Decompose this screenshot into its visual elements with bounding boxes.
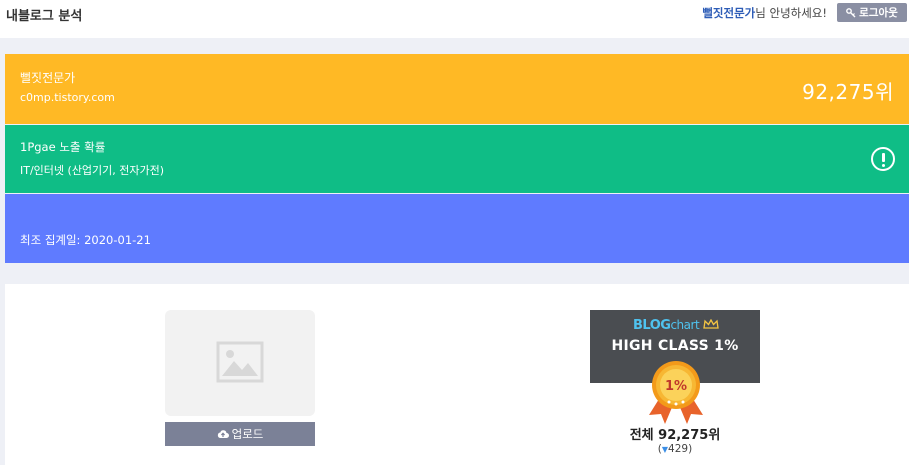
upload-button[interactable]: 업로드 [165,422,315,446]
blogchart-logo: BLOGchart [633,318,700,333]
crown-icon [703,319,719,329]
total-rank: 전체 92,275위 [629,428,721,443]
alert-icon[interactable] [871,147,895,171]
blog-category: IT/인터넷 (산업기기, 전자가전) [20,164,165,177]
rank-change-value: 429 [668,443,689,455]
exposure-panel: 1Pgae 노출 확률 IT/인터넷 (산업기기, 전자가전) [5,125,909,193]
greeting: 뻘짓전문가님 안녕하세요! [702,5,827,21]
exposure-label: 1Pgae 노출 확률 [20,140,106,154]
cloud-upload-icon [217,430,229,438]
blog-rank: 92,275위 [802,80,894,104]
last-aggregation-date: 최조 집계일: 2020-01-21 [20,233,151,247]
upload-label: 업로드 [231,427,264,441]
profile-image-placeholder[interactable] [165,310,315,416]
key-icon [846,7,856,17]
blogchart-logo-part2: chart [670,318,700,332]
blog-info-panel: 뻘짓전문가 c0mp.tistory.com 92,275위 [5,54,909,124]
blog-url[interactable]: c0mp.tistory.com [20,91,115,104]
medal-icon: 1% [649,361,703,424]
image-icon [216,341,264,383]
profile-card: 업로드 BLOGchart HIGH CLASS 1% 1% 전체 92,275… [5,284,909,465]
username-link[interactable]: 뻘짓전문가 [702,6,755,20]
greeting-text: 님 안녕하세요! [755,6,827,20]
top-bar: 내블로그 분석 뻘짓전문가님 안녕하세요! 로그아웃 [0,0,909,38]
blogchart-class: HIGH CLASS 1% [611,338,739,354]
medal-label: 1% [665,379,687,394]
blogchart-logo-part1: BLOG [633,318,671,333]
aggregation-panel: 최조 집계일: 2020-01-21 [5,194,909,263]
page-title: 내블로그 분석 [6,9,83,24]
rank-change: (▼429) [657,443,693,455]
blog-name: 뻘짓전문가 [20,71,76,85]
logout-label: 로그아웃 [859,7,898,19]
logout-button[interactable]: 로그아웃 [837,3,907,22]
